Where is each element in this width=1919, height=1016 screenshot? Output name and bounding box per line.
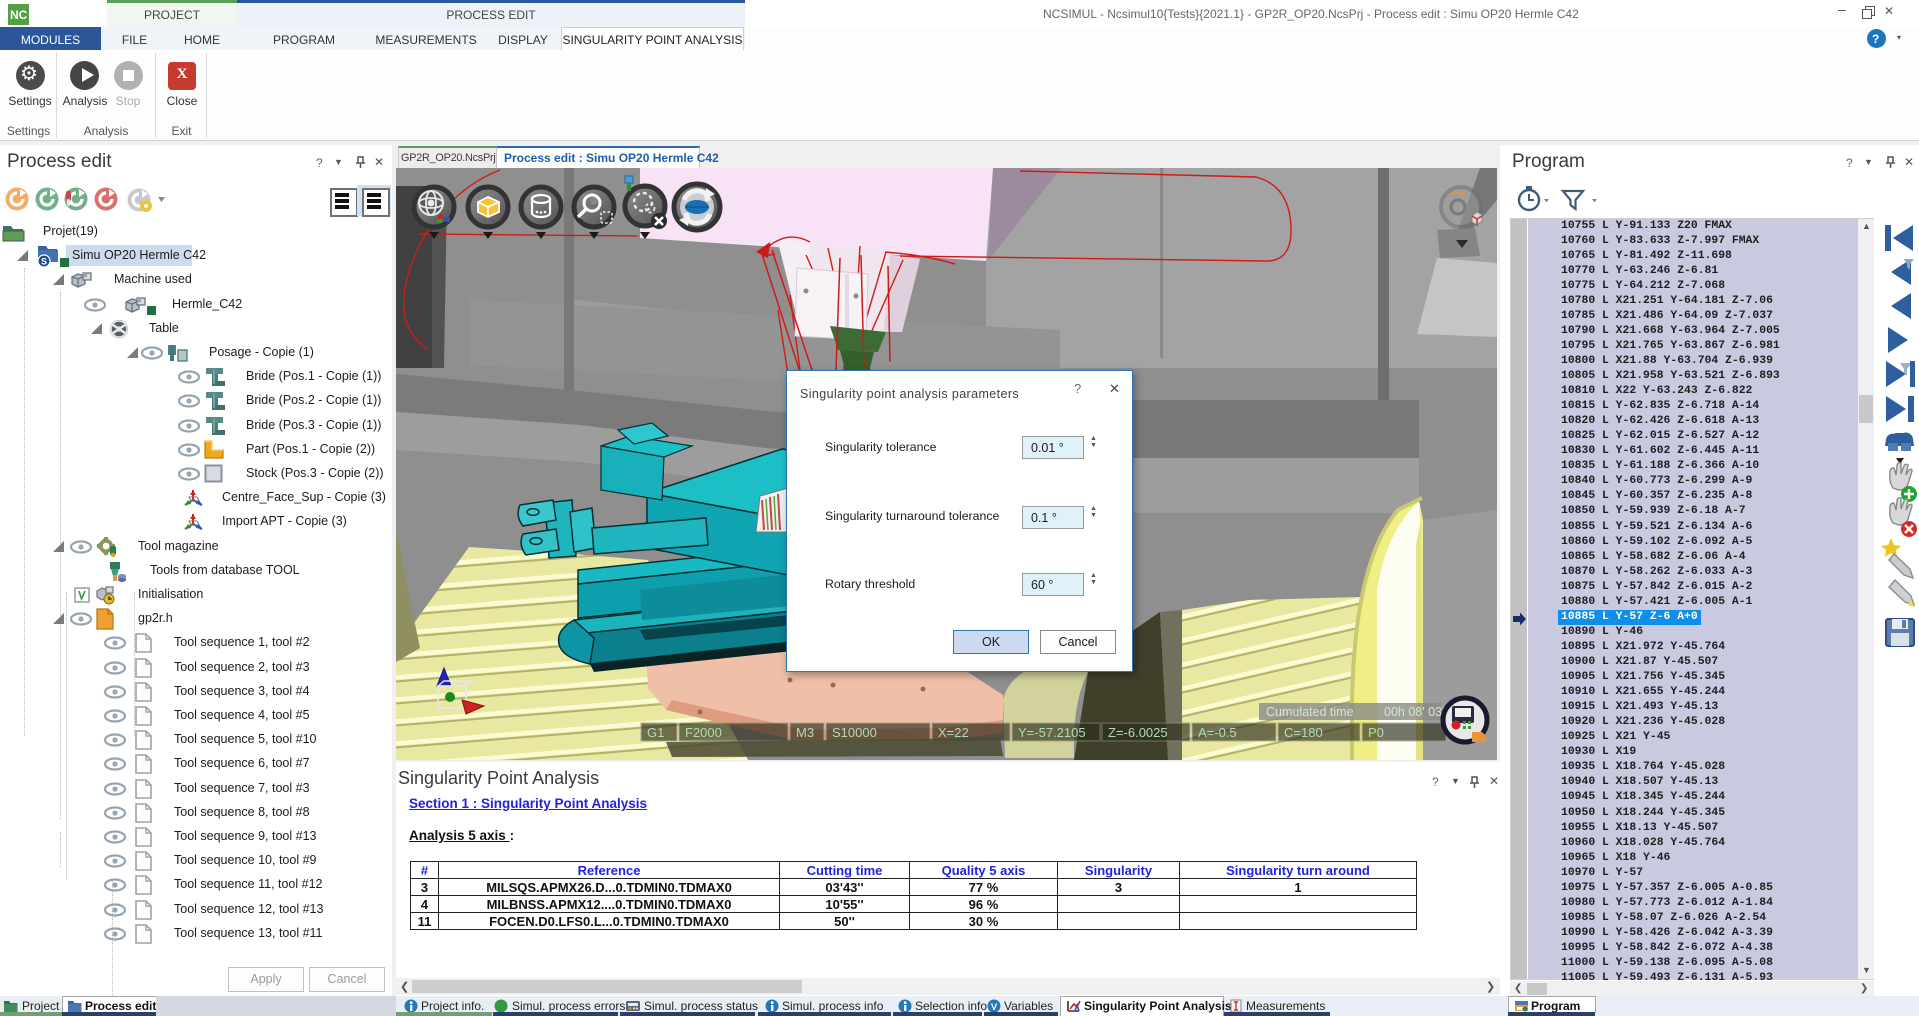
svg-text:X=22: X=22 bbox=[938, 725, 969, 740]
svg-text:Cumulated time: Cumulated time bbox=[1266, 705, 1354, 719]
svg-text:S10000: S10000 bbox=[832, 725, 877, 740]
svg-text:F2000: F2000 bbox=[685, 725, 722, 740]
svg-text:Y=-57.2105: Y=-57.2105 bbox=[1018, 725, 1086, 740]
svg-text:M3: M3 bbox=[796, 725, 814, 740]
svg-text:C=180: C=180 bbox=[1284, 725, 1323, 740]
svg-text:00h 08' 03": 00h 08' 03" bbox=[1384, 705, 1446, 719]
svg-text:Z=-6.0025: Z=-6.0025 bbox=[1108, 725, 1168, 740]
svg-text:G1: G1 bbox=[647, 725, 664, 740]
svg-text:A=-0.5: A=-0.5 bbox=[1198, 725, 1237, 740]
svg-text:P0: P0 bbox=[1368, 725, 1384, 740]
